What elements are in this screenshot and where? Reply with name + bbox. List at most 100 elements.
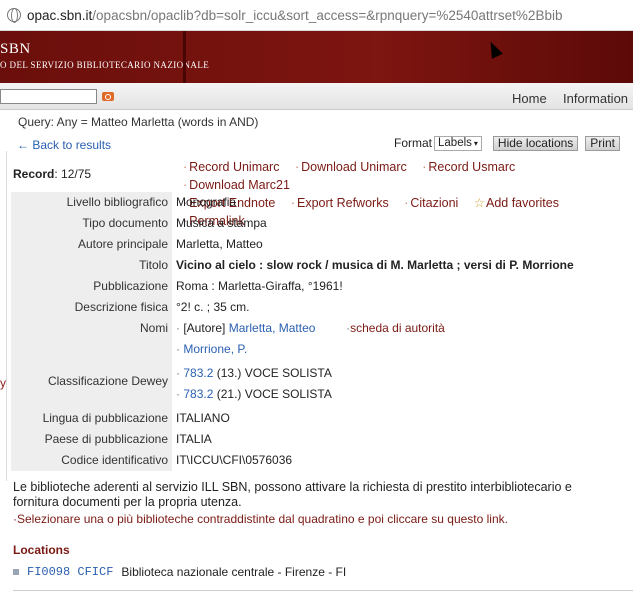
format-toolbar: Format Labels ▾ Hide locations Print	[394, 135, 620, 151]
record-counter: Record: 12/75	[13, 167, 92, 181]
dewey-line-1: · 783.2 (13.) VOCE SOLISTA	[176, 366, 633, 387]
address-bar[interactable]: opac.sbn.it/opacsbn/opaclib?db=solr_iccu…	[0, 0, 633, 31]
dewey-desc-1: (13.) VOCE SOLISTA	[216, 366, 332, 380]
field-label: Titolo	[11, 255, 172, 276]
author-role: [Autore]	[183, 321, 226, 335]
field-label: Descrizione fisica	[11, 297, 172, 318]
action-label: Record Usmarc	[428, 160, 516, 174]
banner-subtitle: O DEL SERVIZIO BIBLIOTECARIO NAZIONALE	[0, 60, 210, 70]
author-link-marletta[interactable]: Marletta, Matteo	[229, 321, 316, 335]
field-value: ITALIANO	[176, 411, 230, 425]
format-label: Format	[394, 136, 433, 150]
field-label: Autore principale	[11, 234, 172, 255]
locations-heading: Locations	[13, 543, 70, 557]
field-value: Musica a stampa	[176, 216, 267, 230]
field-value: Vicino al cielo : slow rock / musica di …	[172, 255, 633, 276]
field-value: Monografia	[176, 195, 237, 209]
field-row-autore: Autore principale Marletta, Matteo	[11, 234, 633, 255]
title-text: Vicino al cielo : slow rock / musica di …	[176, 258, 574, 272]
field-row-codice: Codice identificativo IT\ICCU\CFI\057603…	[11, 450, 633, 471]
field-label: Tipo documento	[11, 213, 172, 234]
field-label: Paese di pubblicazione	[11, 429, 172, 450]
bottom-divider	[13, 590, 633, 591]
field-label: Lingua di pubblicazione	[11, 408, 172, 429]
action-label: Download Marc21	[189, 178, 290, 192]
bullet-icon: ·	[422, 160, 427, 174]
dewey-desc-2: (21.) VOCE SOLISTA	[216, 387, 332, 401]
bullet-icon: ·	[176, 321, 180, 335]
field-label: Livello bibliografico	[11, 192, 172, 213]
field-row-tipo: Tipo documento Musica a stampa	[11, 213, 633, 234]
nav-information-link[interactable]: Information	[563, 91, 628, 106]
field-value: Marletta, Matteo	[176, 237, 263, 251]
ill-info-text: Le biblioteche aderenti al servizio ILL …	[13, 480, 572, 509]
bullet-icon: ·	[294, 160, 300, 174]
field-row-descrizione: Descrizione fisica °2! c. ; 35 cm.	[11, 297, 633, 318]
record-value: 12/75	[61, 167, 92, 181]
print-button[interactable]: Print	[585, 135, 620, 151]
field-row-titolo: Titolo Vicino al cielo : slow rock / mus…	[11, 255, 633, 276]
back-to-results-link[interactable]: ← Back to results	[17, 138, 111, 152]
record-detail-table: Livello bibliografico Monografia Tipo do…	[11, 192, 633, 471]
bullet-icon: ·	[183, 178, 188, 192]
field-label: Codice identificativo	[11, 450, 172, 471]
field-value: IT\ICCU\CFI\0576036	[176, 453, 293, 467]
bullet-icon: ·	[176, 387, 180, 401]
field-row-nomi: Nomi · [Autore] Marletta, Matteo · scheda…	[11, 318, 633, 363]
action-label: Record Unimarc	[189, 160, 280, 174]
field-label: Nomi	[11, 318, 172, 363]
ill-request-link[interactable]: Selezionare una o più biblioteche contra…	[17, 512, 508, 526]
action-download-unimarc[interactable]: · Download Unimarc	[295, 160, 413, 174]
field-value: · [Autore] Marletta, Matteo · scheda di a…	[172, 318, 633, 363]
format-select[interactable]: Labels ▾	[434, 135, 482, 151]
url-text[interactable]: opac.sbn.it/opacsbn/opaclib?db=solr_iccu…	[27, 8, 562, 23]
bullet-icon: ·	[176, 366, 180, 380]
library-name: Biblioteca nazionale centrale - Firenze …	[121, 565, 347, 579]
action-label: Download Unimarc	[301, 160, 407, 174]
field-row-pubblicazione: Pubblicazione Roma : Marletta-Giraffa, °…	[11, 276, 633, 297]
format-selected-value: Labels	[438, 137, 472, 149]
authority-record-link[interactable]: scheda di autorità	[350, 321, 445, 335]
field-label: Pubblicazione	[11, 276, 172, 297]
library-code-link[interactable]: FI0098 CFICF	[27, 565, 113, 579]
nomi-line-2: · Morrione, P.	[176, 342, 633, 363]
stray-glyph: y	[0, 376, 6, 390]
chevron-down-icon: ▾	[473, 138, 478, 148]
sbn-logo: SBN	[0, 41, 31, 57]
field-row-livello: Livello bibliografico Monografia	[11, 192, 633, 213]
action-record-usmarc[interactable]: · Record Usmarc	[422, 160, 521, 174]
field-value: ITALIA	[176, 432, 212, 446]
search-input[interactable]	[0, 89, 97, 104]
url-host: opac.sbn.it	[27, 7, 93, 23]
field-label: Classificazione Dewey	[11, 363, 172, 408]
site-banner: SBN O DEL SERVIZIO BIBLIOTECARIO NAZIONA…	[0, 31, 633, 83]
query-summary: Query: Any = Matteo Marletta (words in A…	[18, 115, 259, 129]
banner-divider	[183, 31, 186, 83]
bullet-icon: ·	[176, 342, 180, 356]
checkbox-square-icon[interactable]	[13, 569, 19, 575]
dewey-link-1[interactable]: 783.2	[183, 366, 213, 380]
globe-icon	[7, 8, 21, 23]
field-value: °2! c. ; 35 cm.	[176, 300, 250, 314]
bullet-icon: ·	[183, 160, 188, 174]
record-label: Record	[13, 167, 55, 181]
field-value: Roma : Marletta-Giraffa, °1961!	[176, 279, 343, 293]
location-row: FI0098 CFICF Biblioteca nazionale centra…	[13, 565, 346, 579]
nomi-line-1: · [Autore] Marletta, Matteo ·scheda di a…	[176, 321, 633, 342]
dewey-line-2: · 783.2 (21.) VOCE SOLISTA	[176, 387, 633, 408]
url-path: /opacsbn/opaclib?db=solr_iccu&sort_acces…	[92, 7, 563, 23]
action-download-marc21[interactable]: · Download Marc21	[183, 178, 296, 192]
search-go-icon[interactable]	[102, 92, 114, 101]
author-link-morrione[interactable]: Morrione, P.	[183, 342, 247, 356]
hide-locations-button[interactable]: Hide locations	[492, 135, 579, 151]
nav-home-link[interactable]: Home	[512, 91, 547, 106]
left-divider	[6, 151, 7, 481]
nav-bar: Home Information	[0, 83, 633, 110]
field-row-paese: Paese di pubblicazione ITALIA	[11, 429, 633, 450]
field-value: · 783.2 (13.) VOCE SOLISTA · 783.2 (21.)…	[172, 363, 633, 408]
ill-instruction: ·Selezionare una o più biblioteche contr…	[13, 512, 508, 526]
field-row-dewey: Classificazione Dewey · 783.2 (13.) VOCE…	[11, 363, 633, 408]
field-row-lingua: Lingua di pubblicazione ITALIANO	[11, 408, 633, 429]
dewey-link-2[interactable]: 783.2	[183, 387, 213, 401]
action-record-unimarc[interactable]: · Record Unimarc	[183, 160, 285, 174]
